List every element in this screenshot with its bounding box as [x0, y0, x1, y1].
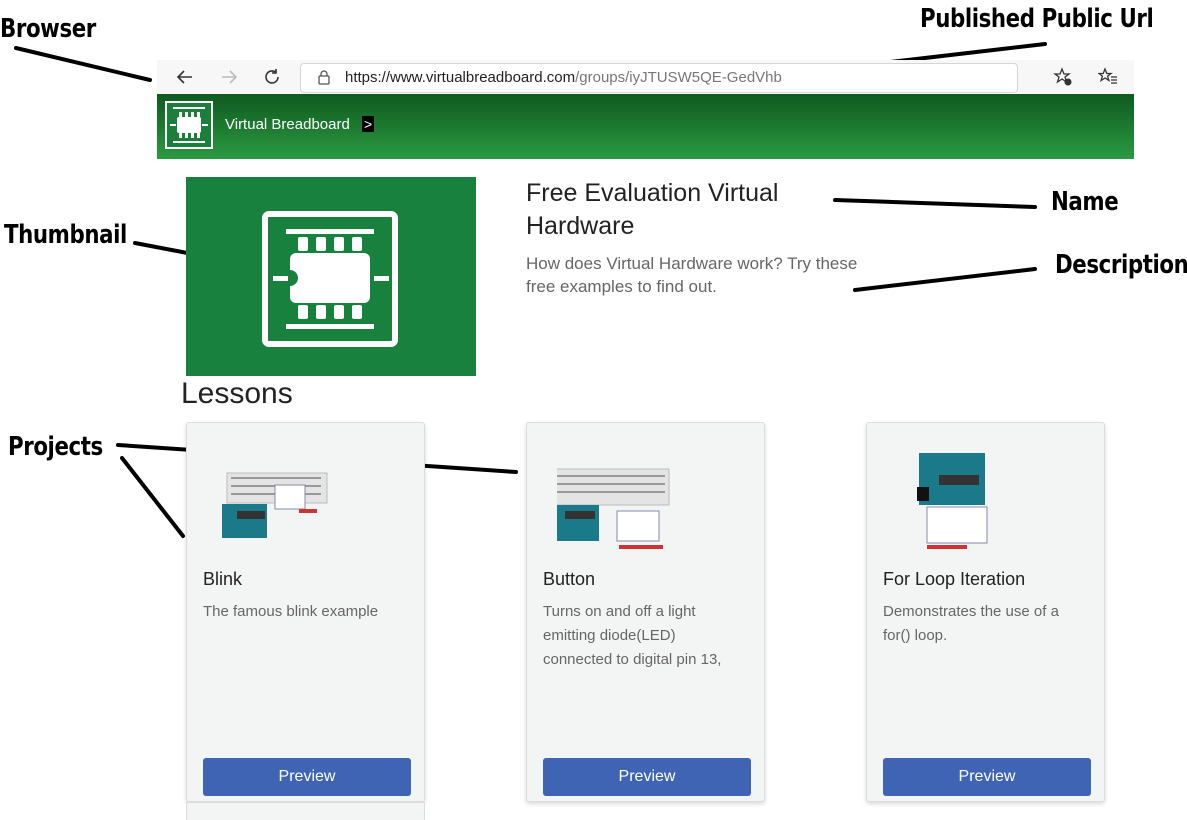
reload-icon: [265, 69, 279, 84]
annotation-description: Description: [1055, 250, 1187, 280]
project-thumbnail: [557, 468, 670, 549]
name-pointer-line: [833, 198, 1037, 209]
section-title: Lessons: [181, 377, 293, 410]
group-description: How does Virtual Hardware work? Try thes…: [526, 254, 858, 296]
breadcrumb-chevron[interactable]: >: [362, 116, 375, 132]
browser-pointer-line: [14, 46, 152, 82]
project-card-blink[interactable]: Blink The famous blink example Preview: [186, 422, 425, 802]
lock-icon: [318, 70, 330, 85]
description-pointer-line: [853, 267, 1037, 292]
chip-icon: [262, 211, 398, 347]
project-description: The famous blink example: [203, 603, 379, 620]
preview-button[interactable]: Preview: [543, 758, 751, 796]
project-thumbnail: [917, 453, 988, 549]
chip-icon: [170, 107, 208, 143]
url-host: https://www.virtualbreadboard.com: [345, 69, 576, 86]
projects-pointer-line-2: [120, 456, 185, 538]
reload-button[interactable]: [259, 64, 285, 90]
project-description: Turns on and off a light emitting diode(…: [543, 603, 722, 668]
favorites-list-icon: [1098, 67, 1117, 84]
star-plus-icon: [1053, 67, 1072, 86]
preview-button[interactable]: Preview: [883, 758, 1091, 796]
project-card-for-loop[interactable]: For Loop Iteration Demonstrates the use …: [866, 422, 1105, 802]
annotation-projects: Projects: [8, 432, 103, 462]
site-name[interactable]: Virtual Breadboard: [225, 116, 350, 133]
project-card-button[interactable]: Button Turns on and off a light emitting…: [526, 422, 765, 802]
add-favorite-button[interactable]: [1050, 64, 1076, 90]
url-path: /groups/iyJTUSW5QE-GedVhb: [575, 69, 782, 86]
site-logo[interactable]: [165, 101, 213, 149]
address-bar[interactable]: https://www.virtualbreadboard.com/groups…: [300, 63, 1018, 93]
site-header: Virtual Breadboard >: [157, 94, 1134, 159]
annotation-name: Name: [1051, 187, 1119, 217]
url-text: https://www.virtualbreadboard.com/groups…: [345, 69, 782, 86]
project-thumbnail: [222, 472, 328, 538]
group-name: Free Evaluation Virtual Hardware: [526, 179, 779, 240]
arrow-left-icon: [176, 70, 192, 84]
annotation-browser: Browser: [0, 14, 96, 44]
group-thumbnail: [186, 177, 476, 376]
project-title: Blink: [203, 569, 243, 589]
annotation-thumbnail: Thumbnail: [4, 220, 127, 250]
project-title: Button: [543, 569, 596, 589]
preview-button[interactable]: Preview: [203, 758, 411, 796]
back-button[interactable]: [172, 64, 198, 90]
favorites-button[interactable]: [1095, 64, 1121, 90]
browser-toolbar: https://www.virtualbreadboard.com/groups…: [157, 60, 1134, 94]
next-card-edge: [186, 802, 425, 820]
project-title: For Loop Iteration: [883, 569, 1026, 589]
arrow-right-icon: [222, 70, 238, 84]
annotation-published-url: Published Public Url: [920, 4, 1154, 34]
forward-button[interactable]: [216, 64, 242, 90]
project-description: Demonstrates the use of a for() loop.: [883, 603, 1059, 644]
